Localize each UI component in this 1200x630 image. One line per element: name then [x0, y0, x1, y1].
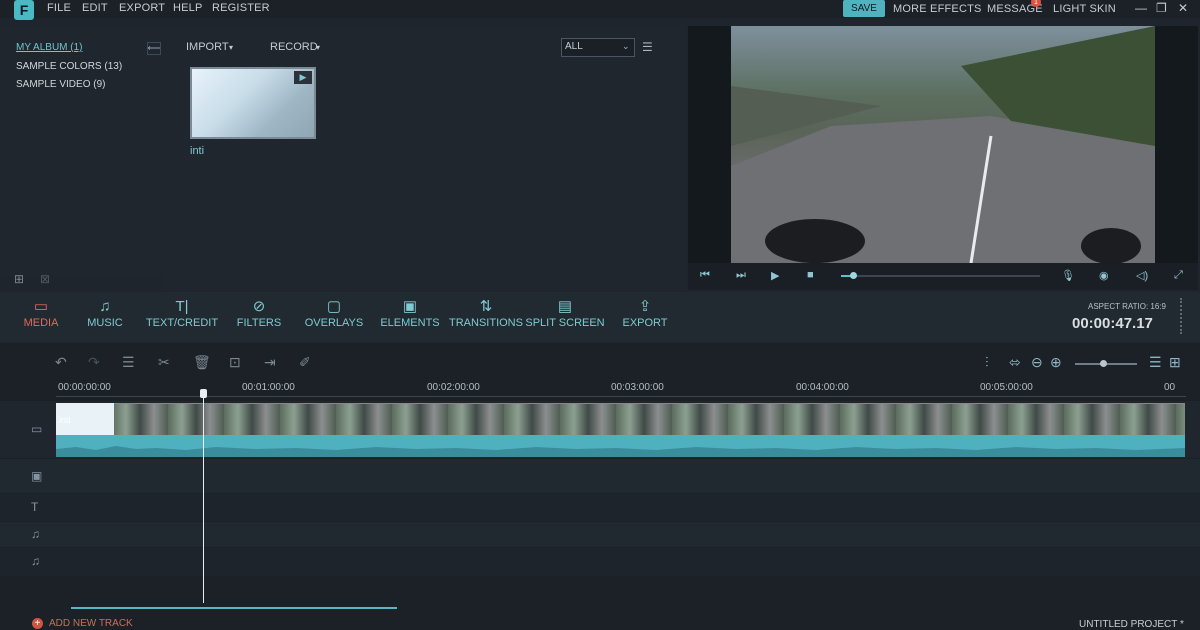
video-preview: [731, 26, 1155, 263]
music-track-2: [0, 548, 1200, 576]
app-logo: F: [14, 0, 34, 20]
album-sample-video[interactable]: SAMPLE VIDEO (9): [16, 79, 105, 90]
text-track: [0, 494, 1200, 521]
fit-timeline-icon[interactable]: ⬄: [1009, 354, 1021, 371]
video-track-icon: ▭: [31, 422, 43, 436]
list-view-icon[interactable]: ☰: [642, 40, 653, 54]
save-button[interactable]: SAVE: [843, 0, 885, 17]
ruler-line: [56, 396, 1186, 397]
panel-grip-icon[interactable]: [1180, 298, 1186, 334]
collapse-panel-icon[interactable]: ⟵: [147, 42, 161, 55]
aspect-ratio: ASPECT RATIO: 16:9: [1088, 302, 1166, 311]
split-icon: ▤: [557, 298, 573, 315]
media-thumbnail[interactable]: ▶: [190, 67, 316, 139]
delete-icon[interactable]: 🗑: [193, 354, 211, 371]
zoom-handle[interactable]: [1100, 360, 1107, 367]
text-track-icon: T: [31, 500, 39, 514]
ruler-tick: 00:05:00:00: [980, 382, 1033, 393]
play-icon[interactable]: ▶: [771, 269, 779, 282]
menu-register[interactable]: REGISTER: [212, 2, 270, 14]
ruler-tick: 00:03:00:00: [611, 382, 664, 393]
project-name: UNTITLED PROJECT *: [1079, 619, 1184, 630]
close-icon[interactable]: ✕: [1178, 1, 1188, 15]
ruler-tick: 00: [1164, 382, 1176, 393]
tab-split-screen[interactable]: ▤ SPLIT SCREEN: [520, 297, 610, 329]
undo-icon[interactable]: ↶: [55, 354, 67, 371]
timeline-scrollbar[interactable]: [71, 607, 397, 609]
microphone-icon[interactable]: 🎙: [1061, 269, 1075, 282]
chevron-down-icon: ⌄: [622, 41, 630, 51]
light-skin-button[interactable]: LIGHT SKIN: [1053, 3, 1116, 15]
video-icon: ▶: [294, 71, 312, 84]
add-new-track-button[interactable]: + ADD NEW TRACK: [32, 618, 133, 629]
menu-file[interactable]: FILE: [47, 2, 71, 14]
media-library: [164, 26, 686, 291]
detach-icon[interactable]: ⇥: [264, 354, 276, 371]
record-dropdown[interactable]: RECORD: [270, 41, 318, 53]
menu-export[interactable]: EXPORT: [119, 2, 165, 14]
album-sample-colors[interactable]: SAMPLE COLORS (13): [16, 61, 122, 72]
delete-folder-icon: ⊠: [40, 272, 51, 286]
audio-mixer-icon[interactable]: ⫶: [985, 354, 989, 371]
next-frame-icon[interactable]: ⏭: [736, 269, 746, 282]
new-folder-icon[interactable]: ⊞: [14, 272, 24, 286]
seek-handle[interactable]: [850, 272, 857, 279]
preview-road: [731, 26, 1155, 263]
seek-bar[interactable]: [841, 272, 1040, 279]
music-track-icon: ♫: [31, 527, 40, 541]
crop-icon[interactable]: ⊡: [229, 354, 241, 371]
export-icon: ⇪: [638, 298, 652, 315]
snapshot-icon[interactable]: ◉: [1099, 269, 1109, 282]
cut-icon[interactable]: ✂: [158, 354, 170, 371]
ruler-tick: 00:01:00:00: [242, 382, 295, 393]
menu-help[interactable]: HELP: [173, 2, 203, 14]
ruler-tick: 00:00:00:00: [58, 382, 111, 393]
timecode: 00:00:47.17: [1072, 315, 1153, 332]
stop-icon[interactable]: ■: [807, 269, 814, 281]
zoom-out-icon[interactable]: ⊖: [1031, 354, 1043, 371]
ruler-tick: 00:04:00:00: [796, 382, 849, 393]
clip-label: inti: [59, 415, 71, 425]
audio-waveform[interactable]: [56, 435, 1185, 457]
media-item-name: inti: [190, 145, 205, 157]
import-dropdown[interactable]: IMPORT: [186, 41, 229, 53]
overlay-track: [0, 459, 1200, 493]
zoom-in-icon[interactable]: ⊕: [1050, 354, 1062, 371]
transition-icon: ⇅: [479, 298, 493, 315]
music-track-icon: ♫: [31, 554, 40, 568]
music-track-1: [0, 522, 1200, 547]
playhead[interactable]: [203, 392, 204, 603]
grid-view-icon[interactable]: ⊞: [1169, 354, 1181, 371]
video-clip[interactable]: [56, 403, 1185, 435]
album-my-album[interactable]: MY ALBUM (1): [16, 42, 83, 53]
list-view-icon[interactable]: ☰: [1149, 354, 1162, 371]
tab-transitions[interactable]: ⇅ TRANSITIONS: [441, 297, 531, 329]
menu-edit[interactable]: EDIT: [82, 2, 108, 14]
plus-icon: +: [32, 618, 43, 629]
tab-export[interactable]: ⇪ EXPORT: [600, 297, 690, 329]
marker-icon[interactable]: ✐: [299, 354, 311, 371]
minimize-icon[interactable]: —: [1135, 1, 1147, 15]
adjust-icon[interactable]: ☰: [122, 354, 135, 371]
chevron-down-icon: ▾: [229, 43, 234, 52]
waveform-shape: [56, 446, 1185, 457]
volume-icon[interactable]: ◁): [1136, 269, 1148, 282]
maximize-icon[interactable]: ❐: [1156, 1, 1167, 15]
fullscreen-icon[interactable]: ⤢: [1174, 269, 1183, 282]
more-effects-button[interactable]: MORE EFFECTS: [893, 3, 982, 15]
chevron-down-icon: ▾: [316, 43, 321, 52]
image-track-icon: ▣: [31, 469, 43, 483]
ruler-tick: 00:02:00:00: [427, 382, 480, 393]
playhead-handle[interactable]: [200, 389, 207, 398]
previous-frame-icon[interactable]: ⏮: [700, 269, 710, 282]
redo-icon: ↷: [88, 354, 100, 370]
